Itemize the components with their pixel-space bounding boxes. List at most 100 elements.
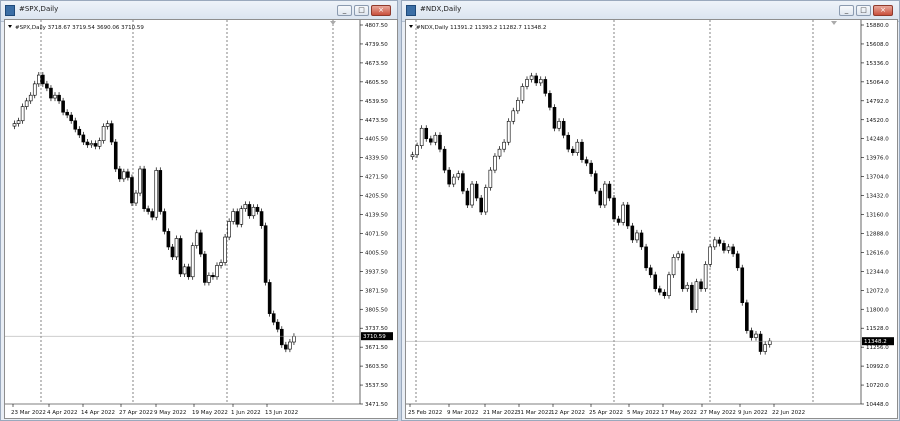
minimize-button[interactable]: _ (839, 5, 854, 16)
x-tick-label: 25 Feb 2022 (408, 410, 442, 416)
candle (749, 327, 754, 341)
ndx-chart-window[interactable]: #NDX,Daily _ □ × 15880.0 15608.0 15336.0 15… (401, 0, 900, 421)
candle (203, 251, 207, 286)
candle-body (194, 232, 199, 246)
candle-body (525, 79, 529, 87)
y-tick-label: 12072.0 (866, 288, 889, 294)
candle (410, 151, 415, 160)
candle (465, 188, 470, 209)
candle-body (529, 75, 534, 80)
y-tick-label: 12888.0 (866, 231, 889, 237)
candle-body (708, 246, 713, 265)
y-tick-label: 4071.50 (365, 231, 388, 237)
candle (429, 135, 433, 146)
candle-body (45, 83, 49, 89)
candle-body (105, 123, 110, 127)
candle (552, 104, 557, 132)
candle-body (263, 225, 268, 283)
candle (745, 299, 749, 334)
x-tick-label: 27 Apr 2022 (119, 410, 153, 416)
x-tick-label: 19 May 2022 (192, 410, 228, 416)
candle-body (24, 100, 29, 107)
y-tick-label: 4005.50 (365, 250, 388, 256)
last-price-label: 3710.59 (363, 334, 386, 340)
candle (497, 146, 502, 160)
candle (279, 326, 284, 348)
candle-body (85, 141, 90, 146)
y-tick-label: 15608.0 (866, 42, 889, 48)
maximize-button[interactable]: □ (354, 5, 369, 16)
x-tick-label: 21 Mar 2022 (483, 410, 518, 416)
close-button[interactable]: × (873, 5, 893, 16)
candle-body (717, 239, 722, 244)
chart-menu-arrow-icon (8, 25, 12, 28)
candle (32, 80, 37, 99)
candle (235, 208, 240, 228)
candle-body (479, 197, 483, 213)
candle-body (32, 83, 37, 96)
symbol-info-line: #NDX,Daily 11391.2 11393.2 11282.7 11348… (416, 25, 546, 31)
candle-body (671, 257, 676, 276)
candle (284, 341, 288, 353)
maximize-button[interactable]: □ (856, 5, 871, 16)
candle-body (735, 253, 740, 269)
close-button[interactable]: × (371, 5, 391, 16)
candle (557, 118, 561, 132)
candle-body (658, 288, 662, 293)
candle (24, 97, 29, 110)
candle (267, 279, 272, 317)
spx-chart-area[interactable]: 4807.50 4739.50 4673.50 4605.50 4539.50 4473.… (4, 19, 398, 419)
candle (231, 208, 235, 225)
candle-body (534, 75, 538, 84)
candle-body (506, 120, 511, 143)
y-tick-label: 11800.0 (866, 307, 889, 313)
candle-body (410, 154, 415, 158)
candle-body (451, 176, 456, 185)
y-tick-label: 11528.0 (866, 326, 889, 332)
y-tick-label: 3871.50 (365, 288, 388, 294)
candle-body (190, 245, 195, 278)
candle (699, 278, 703, 292)
y-tick-label: 4271.50 (365, 175, 388, 181)
candle (483, 184, 488, 216)
candle (73, 117, 78, 133)
candle-body (767, 340, 772, 345)
candle (474, 181, 479, 202)
y-tick-label: 3937.50 (365, 269, 388, 275)
candle-body (231, 211, 235, 222)
candle-body (284, 344, 288, 350)
candle-body (16, 120, 21, 124)
candle (479, 195, 483, 216)
candle (138, 165, 142, 197)
y-tick-label: 14792.0 (866, 99, 889, 105)
minimize-button[interactable]: _ (337, 5, 352, 16)
candle-body (575, 141, 580, 153)
candle (170, 243, 175, 260)
y-tick-label: 13704.0 (866, 175, 889, 181)
candle-body (552, 107, 557, 129)
candle-body (685, 284, 690, 290)
candle-body (740, 267, 745, 303)
candle-body (271, 313, 276, 323)
y-tick-label: 4673.50 (365, 61, 388, 67)
y-tick-label: 13976.0 (866, 156, 889, 162)
candle (109, 120, 114, 146)
candle (451, 174, 456, 188)
candle-body (694, 281, 699, 310)
candle-body (621, 204, 625, 223)
candle-body (754, 333, 758, 338)
candle (538, 76, 543, 86)
candle (41, 72, 45, 87)
spx-chart-window[interactable]: #SPX,Daily _ □ × 4807.50 4739.50 4673.50 46… (0, 0, 398, 421)
shift-marker-icon (831, 21, 837, 25)
candle (571, 146, 575, 156)
candle-body (703, 264, 708, 290)
x-tick-label: 9 Mar 2022 (447, 410, 478, 416)
candle (575, 139, 580, 156)
ndx-chart-area[interactable]: 15880.0 15608.0 15336.0 15064.0 14792.0 14520… (405, 19, 898, 419)
candle-body (662, 291, 667, 297)
candle (520, 83, 525, 104)
candle-body (65, 111, 69, 116)
candle-body (235, 211, 240, 225)
candle (53, 92, 57, 102)
